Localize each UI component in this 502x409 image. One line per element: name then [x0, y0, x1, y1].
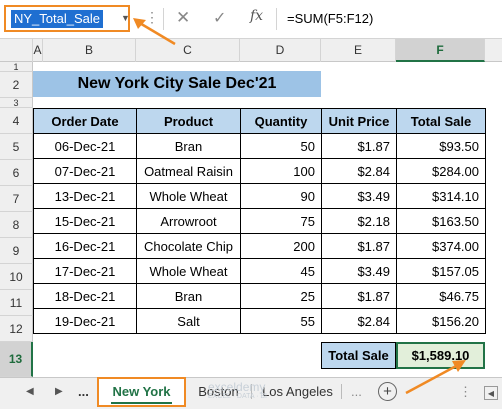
- order-date-cell[interactable]: 16-Dec-21: [33, 233, 137, 259]
- quantity-cell[interactable]: 50: [240, 133, 322, 159]
- unit-price-cell[interactable]: $1.87: [321, 283, 397, 309]
- column-header-e[interactable]: E: [321, 39, 396, 62]
- table-row: 17-Dec-21 Whole Wheat 45 $3.49 $157.05: [33, 258, 486, 284]
- row-header-2[interactable]: 2: [0, 72, 33, 98]
- table-row: 06-Dec-21 Bran 50 $1.87 $93.50: [33, 133, 486, 159]
- product-cell[interactable]: Oatmeal Raisin: [136, 158, 241, 184]
- divider: [276, 8, 277, 30]
- row-header-1[interactable]: 1: [0, 62, 33, 72]
- quantity-cell[interactable]: 25: [240, 283, 322, 309]
- product-cell[interactable]: Arrowroot: [136, 208, 241, 234]
- formula-input[interactable]: =SUM(F5:F12): [281, 5, 502, 32]
- header-unit-price[interactable]: Unit Price: [321, 108, 397, 134]
- watermark-logo: exceldemy: [208, 380, 266, 394]
- quantity-cell[interactable]: 200: [240, 233, 322, 259]
- column-header-f[interactable]: F: [396, 39, 485, 62]
- scroll-tabs-right-icon[interactable]: ▶: [55, 386, 63, 397]
- active-tab-indicator: [111, 402, 172, 404]
- table-row: 13-Dec-21 Whole Wheat 90 $3.49 $314.10: [33, 183, 486, 209]
- quantity-cell[interactable]: 45: [240, 258, 322, 284]
- column-header-b[interactable]: B: [43, 39, 136, 62]
- table-row: 07-Dec-21 Oatmeal Raisin 100 $2.84 $284.00: [33, 158, 486, 184]
- column-header-row: A B C D E F: [0, 38, 502, 62]
- order-date-cell[interactable]: 18-Dec-21: [33, 283, 137, 309]
- total-sale-cell[interactable]: $93.50: [396, 133, 486, 159]
- unit-price-cell[interactable]: $3.49: [321, 183, 397, 209]
- sales-table: Order Date Product Quantity Unit Price T…: [33, 108, 486, 334]
- order-date-cell[interactable]: 15-Dec-21: [33, 208, 137, 234]
- product-cell[interactable]: Chocolate Chip: [136, 233, 241, 259]
- total-sale-cell[interactable]: $157.05: [396, 258, 486, 284]
- table-header-row: Order Date Product Quantity Unit Price T…: [33, 108, 486, 134]
- header-order-date[interactable]: Order Date: [33, 108, 137, 134]
- name-box-dropdown-icon[interactable]: ▼: [121, 13, 130, 23]
- unit-price-cell[interactable]: $1.87: [321, 233, 397, 259]
- row-header-4[interactable]: 4: [0, 108, 33, 134]
- column-header-d[interactable]: D: [240, 39, 321, 62]
- tab-new-york-label: New York: [112, 384, 171, 399]
- row-header-9[interactable]: 9: [0, 238, 33, 264]
- select-all-corner[interactable]: [0, 39, 33, 62]
- name-box[interactable]: NY_Total_Sale ▼: [4, 5, 130, 32]
- annotation-arrow-icon: [405, 360, 466, 395]
- row-header-12[interactable]: 12: [0, 316, 33, 342]
- order-date-cell[interactable]: 07-Dec-21: [33, 158, 137, 184]
- header-product[interactable]: Product: [136, 108, 241, 134]
- product-cell[interactable]: Salt: [136, 308, 241, 334]
- quantity-cell[interactable]: 55: [240, 308, 322, 334]
- column-header-a[interactable]: A: [33, 39, 43, 62]
- order-date-cell[interactable]: 17-Dec-21: [33, 258, 137, 284]
- tab-new-york[interactable]: New York: [97, 377, 186, 407]
- product-cell[interactable]: Whole Wheat: [136, 183, 241, 209]
- name-box-value[interactable]: NY_Total_Sale: [11, 10, 103, 28]
- table-row: 19-Dec-21 Salt 55 $2.84 $156.20: [33, 308, 486, 334]
- row-header-7[interactable]: 7: [0, 186, 33, 212]
- scroll-tabs-left-icon[interactable]: ◀: [26, 386, 34, 397]
- row-header-10[interactable]: 10: [0, 264, 33, 290]
- product-cell[interactable]: Bran: [136, 133, 241, 159]
- total-sale-cell[interactable]: $284.00: [396, 158, 486, 184]
- annotation-arrow-icon: [133, 18, 176, 46]
- formula-bar: NY_Total_Sale ▼ ⋮ ✕ ✓ fx =SUM(F5:F12): [0, 0, 502, 38]
- row-header-5[interactable]: 5: [0, 134, 33, 160]
- table-row: 18-Dec-21 Bran 25 $1.87 $46.75: [33, 283, 486, 309]
- total-sale-cell[interactable]: $314.10: [396, 183, 486, 209]
- product-cell[interactable]: Bran: [136, 283, 241, 309]
- header-total-sale[interactable]: Total Sale: [396, 108, 486, 134]
- unit-price-cell[interactable]: $2.18: [321, 208, 397, 234]
- row-header-3[interactable]: 3: [0, 98, 33, 108]
- row-header-8[interactable]: 8: [0, 212, 33, 238]
- unit-price-cell[interactable]: $2.84: [321, 158, 397, 184]
- quantity-cell[interactable]: 75: [240, 208, 322, 234]
- enter-check-icon[interactable]: ✓: [213, 8, 226, 28]
- quantity-cell[interactable]: 90: [240, 183, 322, 209]
- total-sale-cell[interactable]: $156.20: [396, 308, 486, 334]
- quantity-cell[interactable]: 100: [240, 158, 322, 184]
- header-quantity[interactable]: Quantity: [240, 108, 322, 134]
- product-cell[interactable]: Whole Wheat: [136, 258, 241, 284]
- unit-price-cell[interactable]: $3.49: [321, 258, 397, 284]
- total-sale-cell[interactable]: $163.50: [396, 208, 486, 234]
- order-date-cell[interactable]: 19-Dec-21: [33, 308, 137, 334]
- row-header-6[interactable]: 6: [0, 160, 33, 186]
- more-sheets-right[interactable]: ...: [351, 384, 362, 399]
- add-sheet-button[interactable]: +: [378, 382, 397, 401]
- sheet-title[interactable]: New York City Sale Dec'21: [33, 71, 321, 97]
- more-sheets-left[interactable]: ...: [78, 384, 89, 399]
- order-date-cell[interactable]: 06-Dec-21: [33, 133, 137, 159]
- order-date-cell[interactable]: 13-Dec-21: [33, 183, 137, 209]
- tab-los-angeles[interactable]: Los Angeles: [254, 384, 342, 399]
- row-header-11[interactable]: 11: [0, 290, 33, 316]
- watermark-tagline: EXCEL · DATA · BI: [208, 393, 267, 400]
- unit-price-cell[interactable]: $2.84: [321, 308, 397, 334]
- table-row: 16-Dec-21 Chocolate Chip 200 $1.87 $374.00: [33, 233, 486, 259]
- table-row: 15-Dec-21 Arrowroot 75 $2.18 $163.50: [33, 208, 486, 234]
- total-sale-label[interactable]: Total Sale: [321, 342, 396, 369]
- total-sale-cell[interactable]: $374.00: [396, 233, 486, 259]
- insert-function-icon[interactable]: fx: [250, 8, 263, 24]
- total-sale-cell[interactable]: $46.75: [396, 283, 486, 309]
- horizontal-scroll-left-icon[interactable]: ◀: [484, 386, 498, 400]
- unit-price-cell[interactable]: $1.87: [321, 133, 397, 159]
- row-header-13[interactable]: 13: [0, 342, 33, 377]
